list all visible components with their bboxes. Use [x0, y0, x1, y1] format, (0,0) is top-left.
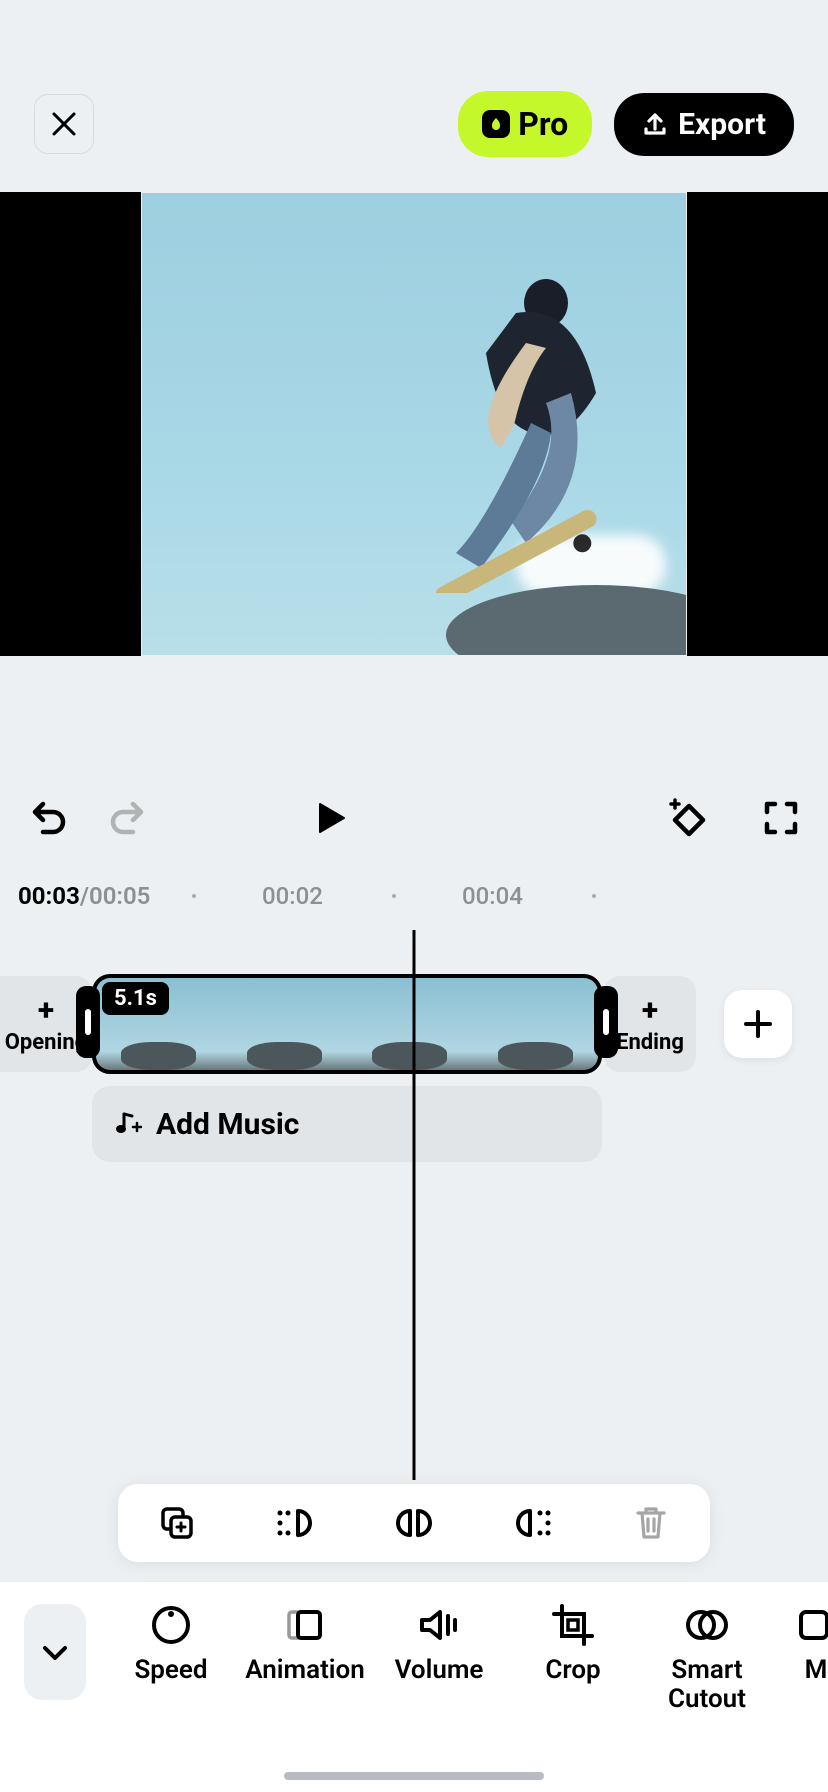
add-clip-button[interactable] [724, 990, 792, 1058]
clip-thumbnail [473, 978, 599, 1070]
time-mark: 00:04 [462, 882, 523, 910]
playhead[interactable] [413, 930, 416, 1480]
plus-icon: + [642, 993, 658, 1028]
opening-label: Opening [5, 1030, 87, 1055]
pro-icon [482, 110, 510, 138]
delete-button[interactable] [631, 1503, 671, 1543]
undo-icon [25, 796, 69, 840]
export-button[interactable]: Export [614, 93, 794, 156]
fullscreen-button[interactable] [758, 795, 804, 841]
trim-right-icon [512, 1505, 552, 1541]
handle-grip-icon [85, 1009, 91, 1035]
current-time: 00:03 [18, 882, 80, 910]
speed-icon [150, 1604, 192, 1646]
handle-grip-icon [603, 1009, 609, 1035]
play-button[interactable] [307, 795, 353, 841]
trim-right-button[interactable] [512, 1503, 552, 1543]
tool-scroll[interactable]: Speed Animation Volume Crop Smart Cutout… [86, 1604, 828, 1713]
redo-icon [107, 796, 151, 840]
tool-volume[interactable]: Volume [394, 1604, 484, 1713]
playback-controls [0, 788, 828, 848]
clip-duration-badge: 5.1s [102, 982, 169, 1015]
collapse-toolbar-button[interactable] [24, 1604, 86, 1700]
volume-icon [418, 1604, 460, 1646]
add-music-track[interactable]: Add Music [92, 1086, 602, 1162]
video-preview-frame[interactable] [141, 192, 687, 656]
export-icon [642, 111, 668, 137]
tool-smart-cutout[interactable]: Smart Cutout [662, 1604, 752, 1713]
pro-button[interactable]: Pro [458, 91, 592, 157]
tool-label: M [805, 1656, 828, 1685]
animation-icon [284, 1604, 326, 1646]
tool-more[interactable]: M [796, 1604, 828, 1713]
bottom-toolbar: Speed Animation Volume Crop Smart Cutout… [0, 1582, 828, 1792]
play-icon [310, 798, 350, 838]
tool-label: Speed [134, 1656, 207, 1685]
export-label: Export [678, 107, 766, 142]
tool-label: Animation [245, 1656, 365, 1685]
skater-figure [396, 253, 626, 593]
close-icon [51, 111, 77, 137]
clip-handle-right[interactable] [594, 986, 618, 1058]
home-indicator [284, 1772, 544, 1780]
time-ruler: 00:03/00:05 00:02 00:04 [0, 876, 828, 916]
plus-icon: + [38, 993, 54, 1028]
total-time: 00:05 [89, 882, 150, 910]
ruler-dot [392, 894, 396, 898]
duplicate-button[interactable] [157, 1503, 197, 1543]
tool-crop[interactable]: Crop [528, 1604, 618, 1713]
trim-left-button[interactable] [276, 1503, 316, 1543]
smart-cutout-icon [686, 1604, 728, 1646]
clip-handle-left[interactable] [76, 986, 100, 1058]
preview-ground [446, 585, 687, 656]
time-position: 00:03/00:05 [18, 882, 150, 910]
crop-icon [552, 1604, 594, 1646]
undo-button[interactable] [24, 795, 70, 841]
ending-label: Ending [616, 1030, 684, 1055]
clip-toolbar [118, 1484, 710, 1562]
add-music-label: Add Music [156, 1107, 299, 1142]
ruler-dot [192, 894, 196, 898]
ruler-dot [592, 894, 596, 898]
duplicate-icon [159, 1505, 195, 1541]
more-icon [795, 1604, 828, 1646]
trash-icon [634, 1505, 668, 1541]
keyframe-icon [665, 796, 709, 840]
top-bar: Pro Export [0, 92, 828, 156]
split-button[interactable] [394, 1503, 434, 1543]
tool-label: Volume [395, 1656, 484, 1685]
time-mark: 00:02 [262, 882, 323, 910]
pro-label: Pro [518, 105, 568, 143]
redo-button[interactable] [106, 795, 152, 841]
add-keyframe-button[interactable] [664, 795, 710, 841]
close-button[interactable] [34, 94, 94, 154]
tool-animation[interactable]: Animation [260, 1604, 350, 1713]
trim-left-icon [276, 1505, 316, 1541]
chevron-down-icon [40, 1637, 70, 1667]
timeline[interactable]: + Opening 5.1s + Ending Add Music [0, 930, 828, 1450]
clip-thumbnail [347, 978, 473, 1070]
tool-label: Crop [545, 1656, 600, 1685]
plus-icon [742, 1008, 774, 1040]
header-right-buttons: Pro Export [458, 91, 794, 157]
video-preview-area [0, 192, 828, 656]
tool-label: Smart Cutout [668, 1656, 746, 1713]
split-icon [394, 1505, 434, 1541]
fullscreen-icon [761, 798, 801, 838]
tool-speed[interactable]: Speed [126, 1604, 216, 1713]
music-plus-icon [114, 1110, 142, 1138]
clip-thumbnail [222, 978, 348, 1070]
